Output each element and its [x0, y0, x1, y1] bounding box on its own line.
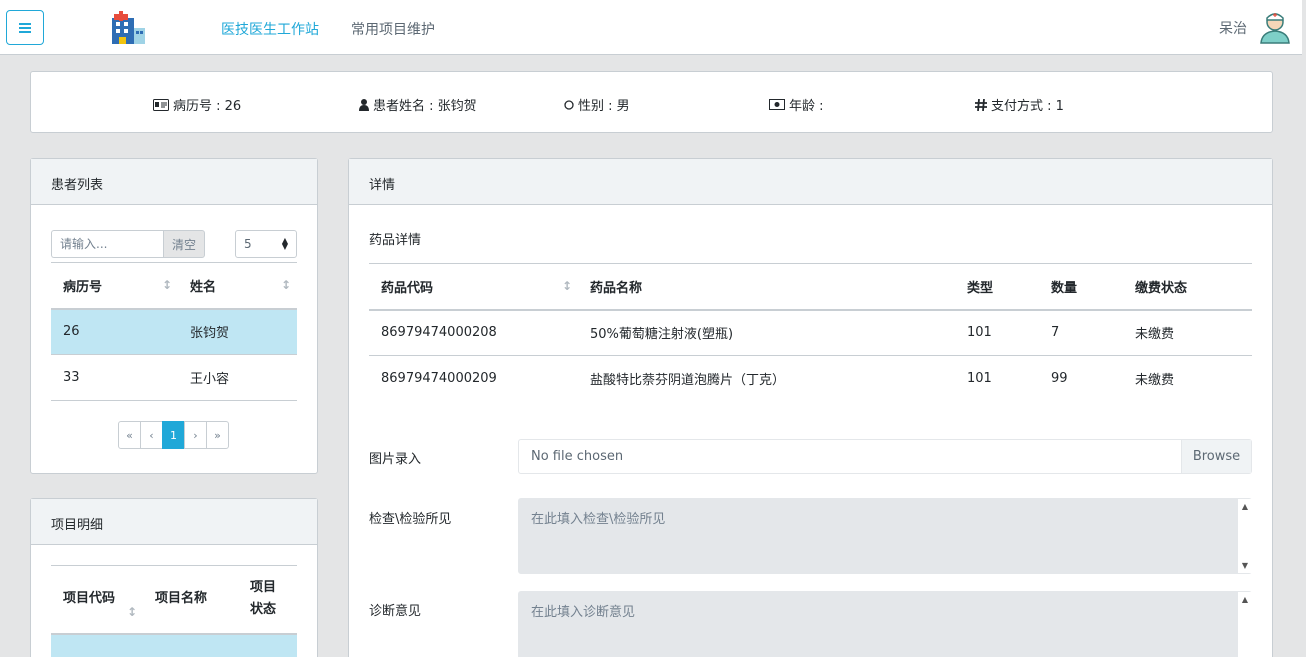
detail-card: 详情 药品详情 药品代码 ↕ 药品名称 类型 数量 缴费状态 8697947400… [348, 158, 1273, 657]
diagnosis-label: 诊断意见 [369, 604, 422, 619]
patient-info-bar: 病历号 : 26 患者姓名 : 张钧贺 性别 : 男 年龄 : 支付方式 : 1 [30, 71, 1273, 133]
detail-header: 详情 [349, 159, 1272, 205]
cell-quantity: 99 [1051, 371, 1068, 387]
user-name[interactable]: 呆治 [1219, 18, 1247, 38]
cell-payment-status: 未缴费 [1123, 309, 1252, 356]
cell-type: 101 [955, 309, 1039, 356]
cell-drug-name: 盐酸特比萘芬阴道泡腾片（丁克） [590, 373, 786, 389]
select-arrows-icon: ▲ ▼ [281, 236, 288, 251]
hospital-logo-icon [112, 11, 145, 44]
payment-text: 支付方式 : 1 [991, 99, 1064, 114]
drug-table: 药品代码 ↕ 药品名称 类型 数量 缴费状态 86979474000208 50%… [369, 263, 1252, 402]
diagnosis-textarea[interactable] [518, 591, 1252, 657]
image-file-input[interactable]: No file chosen Browse [518, 439, 1252, 474]
clear-search-button[interactable]: 清空 [163, 230, 205, 258]
user-icon [359, 98, 369, 111]
page-prev-button[interactable]: ‹ [140, 421, 163, 449]
hamburger-icon [19, 26, 31, 29]
column-header-name[interactable]: 姓名 ↕ [178, 262, 297, 310]
sort-icon: ↕ [126, 605, 137, 619]
table-row[interactable]: 33 王小容 [51, 354, 297, 401]
cell-record-no: 33 [51, 354, 178, 401]
cell-payment-status: 未缴费 [1135, 373, 1175, 389]
drug-section-title: 药品详情 [369, 233, 422, 248]
page-1-button[interactable]: 1 [162, 421, 185, 449]
patient-search-group: 清空 [51, 230, 205, 258]
record-number-info: 病历号 : 26 [153, 95, 241, 114]
column-header-payment-status[interactable]: 缴费状态 [1123, 263, 1252, 311]
column-header-project-status[interactable]: 项目 状态 [238, 565, 297, 635]
record-number-text: 病历号 : 26 [173, 99, 242, 114]
exam-findings-label: 检查\检验所见 [369, 512, 452, 527]
project-detail-card: 项目明细 项目代码 ↕ 项目名称 项目 状态 [30, 498, 318, 657]
cell-drug-code: 86979474000209 [381, 371, 497, 387]
nav-medtech-workstation[interactable]: 医技医生工作站 [221, 19, 319, 39]
cell-type: 101 [967, 371, 992, 387]
column-header-project-name[interactable]: 项目名称 [143, 565, 238, 635]
cell-name: 王小容 [178, 354, 297, 401]
column-header-record-no[interactable]: 病历号 ↕ [51, 262, 178, 310]
sort-icon: ↕ [280, 278, 291, 292]
money-bill-icon [769, 99, 785, 110]
page-size-value: 5 [244, 237, 252, 251]
image-upload-label: 图片录入 [369, 452, 422, 467]
gender-info: 性别 : 男 [564, 95, 630, 114]
browse-button[interactable]: Browse [1181, 440, 1251, 473]
table-row[interactable]: 86979474000208 50%葡萄糖注射液(塑瓶) 101 7 未缴费 [369, 309, 1252, 356]
cell-name: 张钧贺 [178, 308, 297, 355]
patient-list-card: 患者列表 清空 5 ▲▼ 病历号↕ 姓名↕ 26 张钧贺 33 王小容 « ‹ … [30, 158, 318, 474]
patient-name-text: 患者姓名 : 张钧贺 [373, 99, 477, 114]
cell-drug-code: 86979474000208 [369, 309, 578, 356]
payment-info: 支付方式 : 1 [975, 95, 1064, 114]
column-header-drug-code[interactable]: 药品代码 ↕ [369, 263, 578, 311]
column-header-project-code[interactable]: 项目代码 ↕ [51, 565, 143, 635]
project-detail-header: 项目明细 [31, 499, 317, 545]
project-table: 项目代码 ↕ 项目名称 项目 状态 [51, 565, 297, 657]
pagination: « ‹ 1 › » [118, 421, 229, 449]
column-header-quantity[interactable]: 数量 [1039, 263, 1123, 311]
sort-icon: ↕ [561, 279, 572, 293]
patient-table: 病历号 ↕ 姓名 ↕ 26 张钧贺 33 王小容 [51, 262, 297, 401]
diagnosis-textarea-scrollbar[interactable]: ▲ [1237, 592, 1252, 657]
cell-quantity: 7 [1039, 309, 1123, 356]
page-scrollbar[interactable] [1302, 0, 1306, 657]
table-row[interactable] [51, 633, 297, 657]
id-card-icon [153, 98, 169, 111]
scroll-up-icon[interactable]: ▲ [1242, 595, 1248, 604]
scroll-down-icon[interactable]: ▼ [1242, 561, 1248, 570]
hashtag-icon [975, 98, 987, 111]
exam-textarea-scrollbar[interactable]: ▲ ▼ [1237, 499, 1252, 573]
age-info: 年龄 : [769, 95, 824, 114]
column-header-drug-name[interactable]: 药品名称 [578, 263, 955, 311]
exam-findings-textarea[interactable] [518, 498, 1252, 574]
gender-text: 性别 : 男 [578, 99, 630, 114]
page-size-select[interactable]: 5 ▲ ▼ [235, 230, 297, 258]
cell-project-name [143, 633, 238, 657]
cell-project-code [51, 633, 143, 657]
table-row[interactable]: 86979474000209 盐酸特比萘芬阴道泡腾片（丁克） 101 99 未缴… [369, 356, 1252, 402]
cell-drug-name: 50%葡萄糖注射液(塑瓶) [578, 309, 955, 356]
doctor-avatar-icon[interactable] [1258, 10, 1292, 44]
nav-common-items[interactable]: 常用项目维护 [351, 19, 435, 39]
patient-search-input[interactable] [51, 230, 163, 258]
age-text: 年龄 : [789, 99, 824, 114]
table-row[interactable]: 26 张钧贺 [51, 308, 297, 355]
top-navbar: 医技医生工作站 常用项目维护 呆治 [0, 0, 1306, 55]
patient-list-header: 患者列表 [31, 159, 317, 205]
page-first-button[interactable]: « [118, 421, 141, 449]
sort-icon: ↕ [161, 278, 172, 292]
page-next-button[interactable]: › [184, 421, 207, 449]
page-last-button[interactable]: » [206, 421, 229, 449]
column-header-type[interactable]: 类型 [955, 263, 1039, 311]
scroll-up-icon[interactable]: ▲ [1242, 502, 1248, 511]
cell-record-no: 26 [51, 308, 178, 355]
patient-name-info: 患者姓名 : 张钧贺 [359, 95, 477, 114]
sidebar-toggle-button[interactable] [6, 10, 44, 45]
cell-project-status [238, 633, 297, 657]
circle-icon [564, 99, 574, 110]
file-chosen-text: No file chosen [531, 449, 624, 464]
